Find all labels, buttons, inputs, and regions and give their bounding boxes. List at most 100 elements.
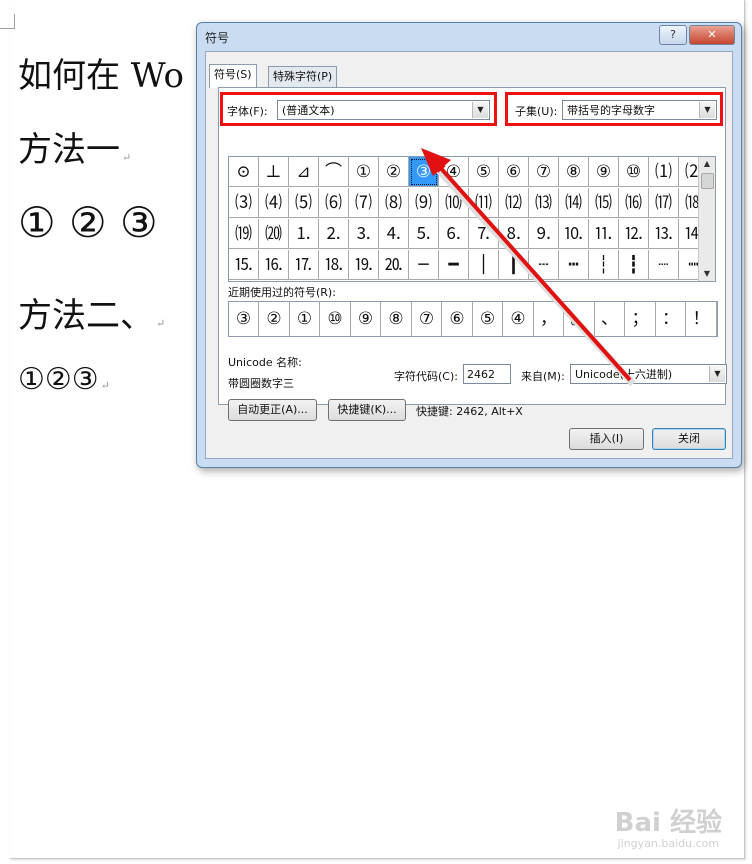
symbol-cell[interactable]: ┆ bbox=[589, 250, 619, 280]
symbol-cell[interactable]: ⑩ bbox=[619, 157, 649, 187]
symbol-cell[interactable]: ⒚ bbox=[349, 250, 379, 280]
symbol-cell[interactable]: ┇ bbox=[619, 250, 649, 280]
symbol-cell[interactable]: ③ bbox=[409, 157, 439, 187]
symbol-cell[interactable]: ┄ bbox=[529, 250, 559, 280]
symbol-cell[interactable]: ⒎ bbox=[469, 219, 499, 249]
symbol-cell[interactable]: ① bbox=[349, 157, 379, 187]
recent-symbol-cell[interactable]: ④ bbox=[504, 302, 534, 336]
symbol-cell[interactable]: │ bbox=[469, 250, 499, 280]
from-label: 来自(M): bbox=[521, 370, 565, 383]
recent-symbol-cell[interactable]: ② bbox=[260, 302, 290, 336]
symbol-cell[interactable]: ⑸ bbox=[289, 188, 319, 218]
from-dropdown[interactable]: Unicode(十六进制) ▼ bbox=[570, 364, 727, 384]
scroll-up-icon[interactable]: ▲ bbox=[699, 157, 715, 171]
symbol-cell[interactable]: ⑽ bbox=[439, 188, 469, 218]
document-line-5: ①②③ ↵ bbox=[18, 362, 110, 397]
symbol-grid: ⊙ ⊥ ⊿ ⌒ ① ② ③ ④ ⑤ ⑥ ⑦ ⑧ ⑨ ⑩ ⑴ ⑵ ⑶ ⑷ ⑸ ⑹ ⑺ ⑻ ⑼ ⑽ ⑾ ⑿ ⒀ ⒁ ⒂ ⒃ ⒄ ⒅ ⒆ ⒇ ⒈ ⒉ ⒊ ⒋ ⒌ ⒍… bbox=[228, 156, 716, 282]
symbol-cell[interactable]: ┈ bbox=[649, 250, 679, 280]
symbol-cell[interactable]: ⒔ bbox=[649, 219, 679, 249]
symbol-cell[interactable]: ⑻ bbox=[379, 188, 409, 218]
recent-symbol-cell[interactable]: ⑧ bbox=[382, 302, 412, 336]
symbol-cell[interactable]: ⒛ bbox=[379, 250, 409, 280]
recent-symbol-cell[interactable]: ； bbox=[626, 302, 656, 336]
tab-symbols[interactable]: 符号(S) bbox=[209, 64, 257, 88]
symbol-cell[interactable]: ④ bbox=[439, 157, 469, 187]
symbol-cell[interactable]: ⒇ bbox=[259, 219, 289, 249]
symbol-cell[interactable]: ⒖ bbox=[229, 250, 259, 280]
symbol-cell[interactable]: ⒙ bbox=[319, 250, 349, 280]
recent-symbol-cell[interactable]: ⑤ bbox=[473, 302, 503, 336]
recent-symbol-cell[interactable]: 、 bbox=[595, 302, 625, 336]
symbol-cell[interactable]: ┃ bbox=[499, 250, 529, 280]
autocorrect-button[interactable]: 自动更正(A)... bbox=[228, 399, 317, 421]
symbol-cell[interactable]: ⑾ bbox=[469, 188, 499, 218]
symbol-cell[interactable]: ⒉ bbox=[319, 219, 349, 249]
recent-symbol-cell[interactable]: ⑦ bbox=[412, 302, 442, 336]
symbol-cell[interactable]: ─ bbox=[409, 250, 439, 280]
symbol-cell[interactable]: ② bbox=[379, 157, 409, 187]
symbol-cell[interactable]: ⑨ bbox=[589, 157, 619, 187]
symbol-cell[interactable]: ⑴ bbox=[649, 157, 679, 187]
symbol-cell[interactable]: ⒘ bbox=[289, 250, 319, 280]
symbol-cell[interactable]: ⌒ bbox=[319, 157, 349, 187]
recent-symbol-cell[interactable]: ③ bbox=[229, 302, 259, 336]
symbol-cell[interactable]: ⊥ bbox=[259, 157, 289, 187]
close-button[interactable]: 关闭 bbox=[652, 428, 726, 450]
tab-special-characters[interactable]: 特殊字符(P) bbox=[268, 66, 338, 87]
symbol-cell[interactable]: ┅ bbox=[559, 250, 589, 280]
symbol-cell[interactable]: ⒒ bbox=[589, 219, 619, 249]
symbol-cell[interactable]: ⒍ bbox=[439, 219, 469, 249]
chevron-down-icon[interactable]: ▼ bbox=[709, 366, 725, 382]
symbol-cell[interactable]: ⑥ bbox=[499, 157, 529, 187]
recent-symbol-cell[interactable]: ， bbox=[534, 302, 564, 336]
symbol-cell[interactable]: ⒌ bbox=[409, 219, 439, 249]
insert-button[interactable]: 插入(I) bbox=[569, 428, 644, 450]
page-corner-mark bbox=[0, 14, 15, 29]
symbol-cell[interactable]: ⒀ bbox=[529, 188, 559, 218]
watermark-brand: Bai 经验 bbox=[614, 808, 722, 838]
symbol-cell[interactable]: ⒑ bbox=[559, 219, 589, 249]
recent-symbol-cell[interactable]: ！ bbox=[687, 302, 717, 336]
recent-symbol-cell[interactable]: ： bbox=[656, 302, 686, 336]
recent-symbol-cell[interactable]: ⑥ bbox=[443, 302, 473, 336]
symbol-cell[interactable]: ⒗ bbox=[259, 250, 289, 280]
symbol-cell[interactable]: ⒄ bbox=[649, 188, 679, 218]
symbol-cell[interactable]: ⑧ bbox=[559, 157, 589, 187]
document-text: 方法二、 bbox=[18, 296, 154, 336]
symbol-cell[interactable]: ⒁ bbox=[559, 188, 589, 218]
close-window-button[interactable]: ✕ bbox=[689, 25, 735, 45]
shortcut-key-button[interactable]: 快捷键(K)... bbox=[328, 399, 406, 421]
dialog-titlebar[interactable]: 符号 ? ✕ bbox=[197, 23, 741, 49]
symbol-cell[interactable]: ⒓ bbox=[619, 219, 649, 249]
symbol-cell[interactable]: ⒐ bbox=[529, 219, 559, 249]
shortcut-text: 快捷键: 2462, Alt+X bbox=[416, 405, 523, 418]
symbol-cell[interactable]: ⊿ bbox=[289, 157, 319, 187]
document-text: ①②③ bbox=[18, 362, 99, 397]
symbol-cell[interactable]: ⒋ bbox=[379, 219, 409, 249]
char-code-input[interactable]: 2462 bbox=[463, 364, 511, 384]
recent-symbol-cell[interactable]: ⑨ bbox=[351, 302, 381, 336]
symbol-grid-scrollbar[interactable]: ▲ ▼ bbox=[698, 157, 715, 281]
recent-symbol-cell[interactable]: ① bbox=[290, 302, 320, 336]
scroll-thumb[interactable] bbox=[701, 173, 714, 189]
symbol-cell[interactable]: ⑿ bbox=[499, 188, 529, 218]
symbol-cell[interactable]: ⑦ bbox=[529, 157, 559, 187]
symbol-cell[interactable]: ⊙ bbox=[229, 157, 259, 187]
symbol-cell[interactable]: ⒃ bbox=[619, 188, 649, 218]
symbol-cell[interactable]: ⑤ bbox=[469, 157, 499, 187]
symbol-cell[interactable]: ⑹ bbox=[319, 188, 349, 218]
symbol-cell[interactable]: ⑺ bbox=[349, 188, 379, 218]
help-button[interactable]: ? bbox=[659, 25, 687, 45]
recent-symbol-cell[interactable]: ⑩ bbox=[321, 302, 351, 336]
symbol-cell[interactable]: ━ bbox=[439, 250, 469, 280]
symbol-cell[interactable]: ⑶ bbox=[229, 188, 259, 218]
symbol-cell[interactable]: ⒆ bbox=[229, 219, 259, 249]
symbol-cell[interactable]: ⑷ bbox=[259, 188, 289, 218]
symbol-cell[interactable]: ⒂ bbox=[589, 188, 619, 218]
symbol-cell[interactable]: ⒈ bbox=[289, 219, 319, 249]
recent-symbol-cell[interactable]: 。 bbox=[565, 302, 595, 336]
scroll-down-icon[interactable]: ▼ bbox=[699, 267, 715, 281]
symbol-cell[interactable]: ⒏ bbox=[499, 219, 529, 249]
symbol-cell[interactable]: ⑼ bbox=[409, 188, 439, 218]
symbol-cell[interactable]: ⒊ bbox=[349, 219, 379, 249]
